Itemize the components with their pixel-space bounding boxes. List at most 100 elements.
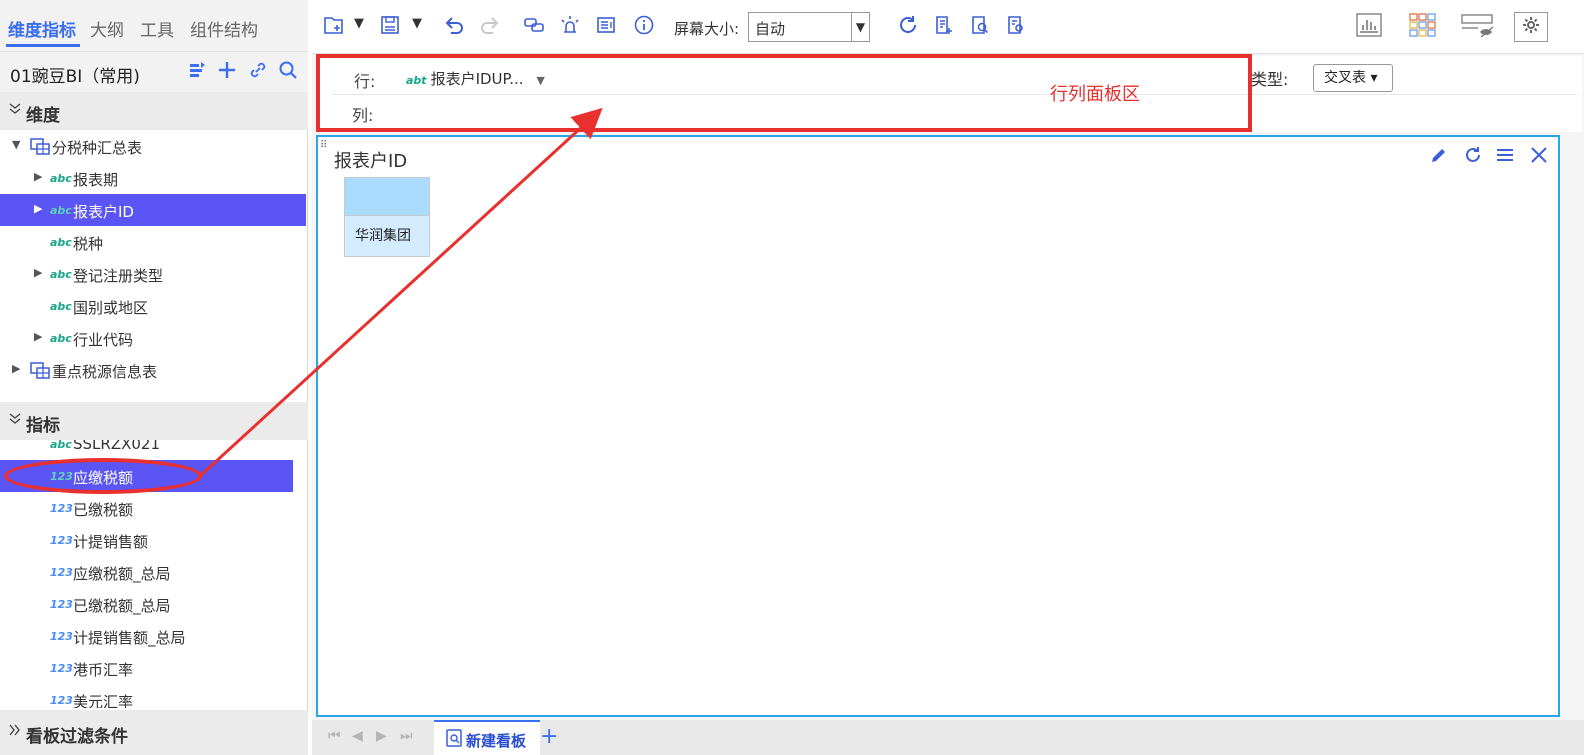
add-report-icon[interactable] <box>932 14 956 38</box>
undo-icon[interactable] <box>442 14 466 38</box>
tree-item-label: 税种 <box>73 235 104 253</box>
link-icon[interactable] <box>247 60 269 82</box>
tree-table-row[interactable]: ▶ 重点税源信息表 <box>0 354 306 386</box>
tree-item-label: 已缴税额 <box>73 501 134 519</box>
report-settings-icon[interactable] <box>1004 14 1028 38</box>
dataset-name[interactable]: 01豌豆BI（常用) <box>10 62 140 87</box>
active-tab-indicator <box>6 44 80 47</box>
number-field-icon: 123 <box>50 598 73 611</box>
screen-size-label: 屏幕大小: <box>674 20 740 38</box>
chart-icon[interactable] <box>1352 12 1386 42</box>
row-column-panel: 行: abt 报表户IDUP... ▼ 列: 行列面板区 类型: 交叉表 ▾ <box>316 56 1582 132</box>
board-tab-label: 新建看板 <box>466 732 527 750</box>
caret-down-icon[interactable]: ▼ <box>536 74 544 87</box>
pivot-table[interactable]: 华润集团 <box>344 177 430 257</box>
close-icon[interactable] <box>1526 145 1552 171</box>
grid-layout-icon[interactable] <box>1406 12 1440 42</box>
tree-item[interactable]: abc SSLRZX021 <box>0 440 306 460</box>
measure-section-header[interactable]: 指标 <box>0 402 308 440</box>
link-widget-icon[interactable] <box>522 14 546 38</box>
tree-item[interactable]: abc 国别或地区 <box>0 290 306 322</box>
pivot-header-cell <box>345 178 429 216</box>
expand-icon <box>8 722 22 741</box>
refresh-icon[interactable] <box>1460 145 1486 171</box>
text-field-icon: abc <box>50 236 72 249</box>
tree-table-label: 重点税源信息表 <box>52 363 158 381</box>
tree-table-row[interactable]: ▼ 分税种汇总表 <box>0 130 306 162</box>
type-label: 类型: <box>1251 70 1289 89</box>
chevron-down-icon[interactable]: ▼ <box>354 16 364 31</box>
row-label: 行: <box>354 72 376 91</box>
expand-icon[interactable]: ▶ <box>12 362 20 375</box>
tree-item-selected[interactable]: ▶ abc 报表户ID <box>0 194 306 226</box>
info-icon[interactable] <box>632 14 656 38</box>
tree-table-label: 分税种汇总表 <box>52 139 143 157</box>
text-field-icon: abt <box>406 74 427 87</box>
text-field-icon: abc <box>50 300 72 313</box>
switch-dataset-icon[interactable] <box>186 60 208 82</box>
tree-item-label: 港币汇率 <box>73 661 134 679</box>
table-icon <box>30 138 50 155</box>
tree-item[interactable]: abc 税种 <box>0 226 306 258</box>
board-filter-header[interactable]: 看板过滤条件 <box>0 710 308 755</box>
save-icon[interactable] <box>378 14 402 38</box>
tree-item[interactable]: 123 已缴税额_总局 <box>0 588 306 620</box>
board-tab-bar: ⏮ ◀ ▶ ⏭ 新建看板 + <box>312 720 1584 755</box>
text-widget-icon[interactable] <box>594 14 618 38</box>
measure-list[interactable]: abc SSLRZX021 123 应缴税额 123 已缴税额 123 计提销售… <box>0 440 306 708</box>
text-field-icon: abc <box>50 332 72 345</box>
measure-header-label: 指标 <box>26 416 60 436</box>
chevron-down-icon[interactable]: ▼ <box>412 16 422 31</box>
board-filter-label: 看板过滤条件 <box>26 727 128 747</box>
tree-item[interactable]: 123 计提销售额_总局 <box>0 620 306 652</box>
expand-icon[interactable]: ▶ <box>34 266 42 279</box>
tree-item-label: 国别或地区 <box>73 299 149 317</box>
dimension-section-header[interactable]: 维度 <box>0 92 308 130</box>
tab-outline[interactable]: 大纲 <box>90 16 124 41</box>
tree-item[interactable]: 123 港币汇率 <box>0 652 306 684</box>
new-folder-icon[interactable] <box>322 14 346 38</box>
row-field-chip[interactable]: abt 报表户IDUP... ▼ <box>406 68 545 88</box>
add-board-icon[interactable]: + <box>540 724 558 749</box>
dashboard-canvas[interactable]: ⠿ 报表户ID 华润集团 <box>316 135 1560 717</box>
tree-item[interactable]: 123 美元汇率 <box>0 684 306 708</box>
next-page-icon[interactable]: ▶ <box>376 728 387 744</box>
tree-item[interactable]: ▶ abc 行业代码 <box>0 322 306 354</box>
row-field-label: 报表户IDUP... <box>430 70 524 88</box>
tab-dimensions-measures[interactable]: 维度指标 <box>8 16 76 41</box>
expand-icon[interactable]: ▶ <box>34 170 42 183</box>
last-page-icon[interactable]: ⏭ <box>400 728 413 744</box>
search-icon[interactable] <box>277 60 299 82</box>
number-field-icon: 123 <box>50 470 73 483</box>
tree-item[interactable]: ▶ abc 报表期 <box>0 162 306 194</box>
edit-icon[interactable] <box>1426 145 1452 171</box>
refresh-icon[interactable] <box>896 14 920 38</box>
type-select[interactable]: 交叉表 ▾ <box>1313 64 1393 92</box>
expand-icon[interactable]: ▶ <box>34 330 42 343</box>
hide-panel-icon[interactable] <box>1460 12 1494 42</box>
tree-item[interactable]: 123 应缴税额_总局 <box>0 556 306 588</box>
add-icon[interactable] <box>216 60 238 82</box>
gear-icon[interactable] <box>1514 12 1548 42</box>
screen-size-select[interactable]: 自动 ▼ <box>748 12 870 42</box>
tree-item-label: 计提销售额 <box>73 533 149 551</box>
expand-icon[interactable]: ▼ <box>12 138 20 151</box>
pivot-cell[interactable]: 华润集团 <box>345 216 429 256</box>
expand-icon[interactable]: ▶ <box>34 202 42 215</box>
tree-item[interactable]: ▶ abc 登记注册类型 <box>0 258 306 290</box>
drag-handle-icon[interactable]: ⠿ <box>320 140 327 151</box>
tree-item[interactable]: 123 计提销售额 <box>0 524 306 556</box>
tree-item-label: 报表期 <box>73 171 119 189</box>
redo-icon[interactable] <box>478 14 502 38</box>
tab-tools[interactable]: 工具 <box>140 16 174 41</box>
toolbar: ▼ ▼ 屏幕大小: 自动 ▼ <box>312 0 1584 54</box>
alert-icon[interactable] <box>558 14 582 38</box>
board-tab[interactable]: 新建看板 <box>434 720 540 755</box>
tree-item-selected[interactable]: 123 应缴税额 <box>0 460 293 492</box>
tab-component-structure[interactable]: 组件结构 <box>190 16 258 41</box>
first-page-icon[interactable]: ⏮ <box>328 728 341 744</box>
menu-icon[interactable] <box>1492 145 1518 171</box>
preview-report-icon[interactable] <box>968 14 992 38</box>
prev-page-icon[interactable]: ◀ <box>352 728 363 744</box>
tree-item[interactable]: 123 已缴税额 <box>0 492 306 524</box>
